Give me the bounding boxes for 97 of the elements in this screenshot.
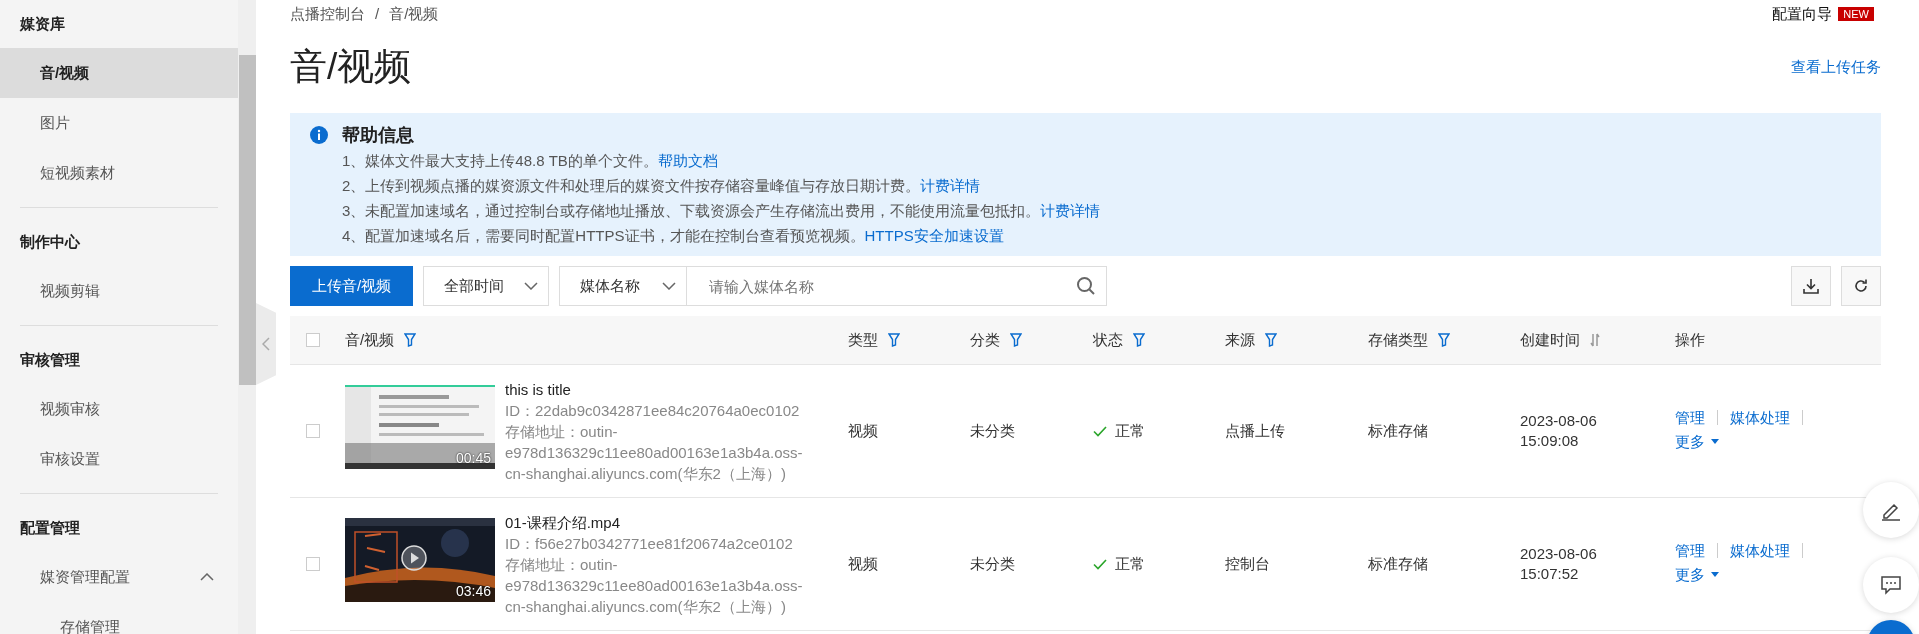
select-all-checkbox[interactable]	[306, 333, 320, 347]
action-link[interactable]: 管理	[1675, 409, 1718, 425]
time-filter-dropdown[interactable]: 全部时间	[423, 266, 549, 306]
help-title: 帮助信息	[342, 124, 415, 147]
sidebar-item[interactable]: 图片	[0, 98, 238, 148]
column-header: 音/视频	[345, 330, 395, 350]
filter-icon[interactable]	[1265, 333, 1277, 347]
created-date: 2023-08-06	[1520, 411, 1598, 431]
created-time: 15:07:52	[1520, 564, 1580, 584]
check-icon	[1093, 558, 1107, 570]
sidebar-section-title: 制作中心	[20, 232, 81, 252]
sidebar-item[interactable]: 视频剪辑	[0, 266, 238, 316]
column-header: 分类	[970, 330, 1000, 350]
filter-icon[interactable]	[1438, 333, 1450, 347]
media-id: ID：22dab9c0342871ee84c20764a0ec0102	[505, 400, 801, 421]
action-link[interactable]: 管理	[1675, 542, 1718, 558]
filter-icon[interactable]	[1010, 333, 1022, 347]
table-cell: 标准存储	[1368, 421, 1428, 439]
download-icon	[1803, 278, 1819, 294]
chevron-left-icon	[262, 337, 270, 351]
filter-icon[interactable]	[404, 333, 417, 347]
search-field[interactable]: 请输入媒体名称	[707, 267, 1076, 305]
table-cell: 控制台	[1225, 554, 1270, 572]
sidebar-item[interactable]: 存储管理	[0, 602, 238, 634]
table-cell: 未分类	[970, 554, 1015, 572]
breadcrumb-item[interactable]: 音/视频	[389, 4, 439, 24]
help-link[interactable]: HTTPS安全加速设置	[864, 227, 1004, 244]
help-text: 1、媒体文件最大支持上传48.8 TB的单个文件。帮助文档	[342, 151, 719, 171]
sidebar-item[interactable]: 短视频素材	[0, 148, 238, 198]
info-icon	[310, 126, 328, 144]
upload-tasks-link[interactable]: 查看上传任务	[1791, 57, 1881, 77]
column-header: 状态	[1093, 330, 1123, 350]
action-link[interactable]: 媒体处理	[1718, 409, 1803, 425]
column-header: 存储类型	[1368, 330, 1428, 350]
new-badge: NEW	[1838, 7, 1874, 21]
help-link[interactable]: 帮助文档	[657, 152, 718, 169]
column-header: 来源	[1225, 330, 1255, 350]
check-icon	[1093, 425, 1107, 437]
media-title: 01-课程介绍.mp4	[505, 512, 622, 533]
sidebar-item[interactable]: 音/视频	[0, 48, 238, 98]
search-type-dropdown[interactable]: 媒体名称	[559, 266, 687, 306]
refresh-icon	[1853, 278, 1869, 294]
guide-link[interactable]: 配置向导	[1772, 4, 1833, 24]
chat-button[interactable]	[1863, 557, 1919, 613]
sidebar-item[interactable]: 媒资管理配置	[0, 552, 238, 602]
chat-icon	[1880, 574, 1902, 596]
sidebar-item[interactable]: 视频审核	[0, 384, 238, 434]
help-text: 3、未配置加速域名，通过控制台或存储地址播放、下载资源会产生存储流出费用，不能使用流量包抵扣。计费详情	[342, 201, 1101, 221]
status-text: 正常	[1115, 421, 1145, 441]
filter-icon[interactable]	[1133, 333, 1145, 347]
sidebar-section-title: 媒资库	[20, 14, 66, 34]
chevron-down-icon	[662, 282, 676, 290]
duration-label: 00:45	[455, 449, 491, 466]
breadcrumb-item[interactable]: 点播控制台	[290, 4, 365, 24]
sort-icon[interactable]	[1590, 333, 1600, 347]
page-title: 音/视频	[290, 45, 412, 89]
created-date: 2023-08-06	[1520, 544, 1598, 564]
search-icon[interactable]	[1076, 276, 1096, 296]
media-title: this is title	[505, 379, 572, 400]
help-text: 2、上传到视频点播的媒资源文件和处理后的媒资文件按存储容量峰值与存放日期计费。计费详情	[342, 176, 982, 196]
refresh-button[interactable]	[1841, 266, 1881, 306]
filter-icon[interactable]	[888, 333, 900, 347]
table-cell: 视频	[848, 421, 878, 439]
edit-button[interactable]	[1863, 482, 1919, 538]
sidebar-item[interactable]: 审核设置	[0, 434, 238, 484]
table-cell: 未分类	[970, 421, 1015, 439]
search-box[interactable]: 请输入媒体名称	[687, 266, 1107, 306]
scrollbar-thumb[interactable]	[239, 55, 256, 385]
media-id: ID：f56e27b0342771ee81f20674a2ce0102	[505, 533, 794, 554]
help-link[interactable]: 计费详情	[1040, 202, 1101, 219]
column-header: 类型	[848, 330, 878, 350]
table-cell: 点播上传	[1225, 421, 1285, 439]
more-dropdown[interactable]: 更多	[1675, 430, 1719, 453]
table-cell: 标准存储	[1368, 554, 1428, 572]
storage-address: 存储地址：outin-e978d136329c11ee80ad00163e1a3b4a.oss-cn-shanghai.aliyuncs.com(华东2（上海）)	[505, 421, 804, 484]
caret-icon	[1711, 439, 1719, 444]
help-link[interactable]: 计费详情	[920, 177, 981, 194]
chevron-down-icon	[524, 282, 538, 290]
row-checkbox[interactable]	[306, 557, 320, 571]
column-header: 操作	[1675, 330, 1705, 350]
duration-label: 03:46	[455, 582, 491, 599]
download-button[interactable]	[1791, 266, 1831, 306]
storage-address: 存储地址：outin-e978d136329c11ee80ad00163e1a3b4a.oss-cn-shanghai.aliyuncs.com(华东2（上海）)	[505, 554, 804, 617]
action-link[interactable]: 媒体处理	[1718, 542, 1803, 558]
column-header: 创建时间	[1520, 330, 1580, 350]
breadcrumb-separator: /	[375, 4, 380, 24]
sidebar-section-title: 配置管理	[20, 518, 81, 538]
row-checkbox[interactable]	[306, 424, 320, 438]
play-icon[interactable]	[401, 544, 427, 571]
status-text: 正常	[1115, 554, 1145, 574]
created-time: 15:09:08	[1520, 431, 1580, 451]
sidebar-section-title: 审核管理	[20, 350, 81, 370]
help-text: 4、配置加速域名后，需要同时配置HTTPS证书，才能在控制台查看预览视频。HTTPS安全加速设置	[342, 226, 1005, 246]
more-dropdown[interactable]: 更多	[1675, 563, 1719, 586]
table-cell: 视频	[848, 554, 878, 572]
upload-button[interactable]: 上传音/视频	[290, 266, 413, 306]
caret-icon	[1711, 572, 1719, 577]
